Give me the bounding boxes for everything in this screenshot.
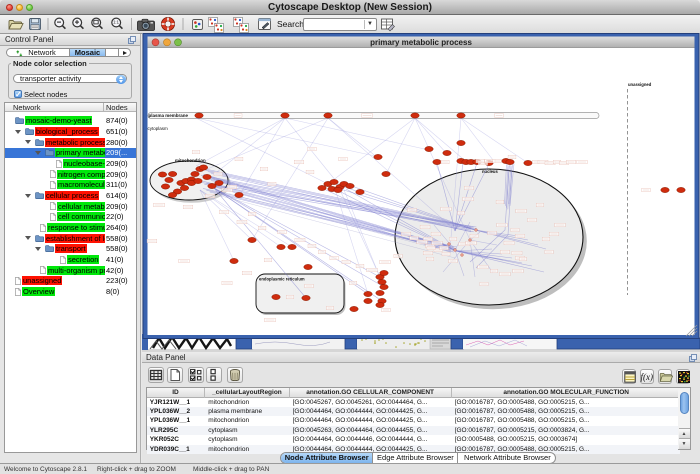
svg-text:unassigned: unassigned [628, 82, 652, 87]
svg-text:primary metabolic process: primary metabolic process [370, 38, 472, 47]
svg-text:cytoplasm: cytoplasm [148, 126, 169, 131]
svg-text:plasma membrane: plasma membrane [149, 113, 189, 118]
svg-text:mitochondrion: mitochondrion [175, 158, 206, 163]
svg-text:1:1: 1:1 [113, 20, 119, 25]
svg-text:endoplasmic reticulum: endoplasmic reticulum [259, 277, 305, 282]
